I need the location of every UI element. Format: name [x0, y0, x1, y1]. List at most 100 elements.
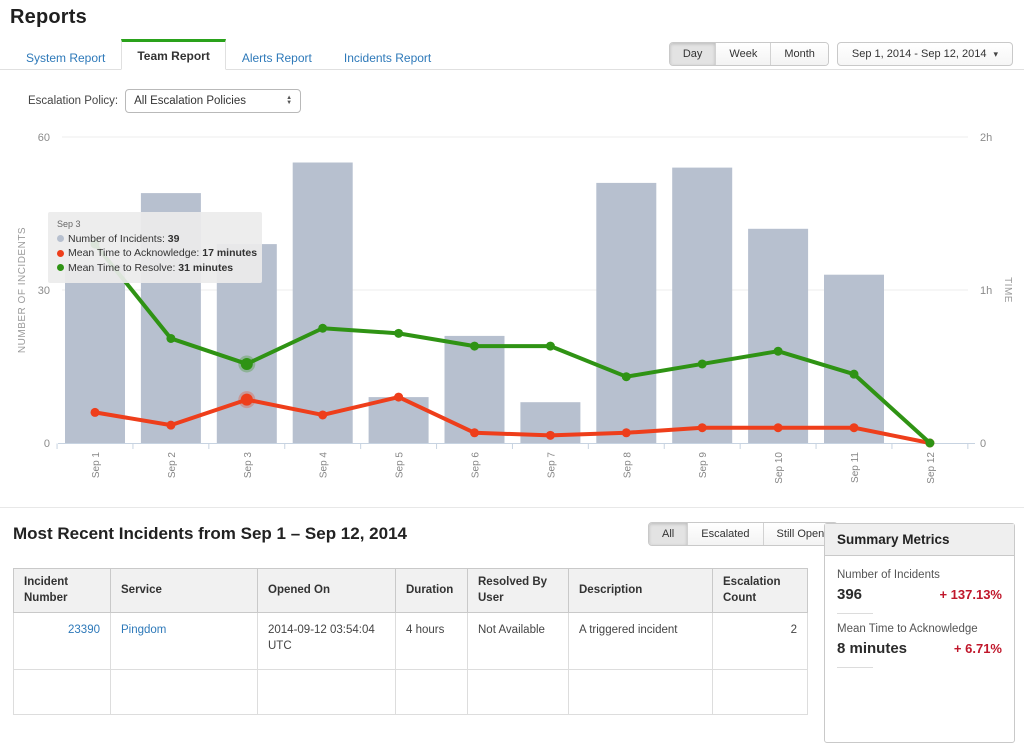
right-axis-tick-label: 1h — [980, 285, 992, 297]
mean-time-to-resolve-dot-sep-10[interactable] — [774, 347, 783, 356]
mean-time-to-acknowledge-dot-sep-9[interactable] — [698, 423, 707, 432]
filter-all-button[interactable]: All — [649, 523, 687, 545]
series-bullet-icon — [57, 264, 64, 271]
left-axis-tick-label: 0 — [44, 438, 50, 450]
range-controls: DayWeekMonth Sep 1, 2014 - Sep 12, 2014 … — [669, 42, 1013, 66]
mean-time-to-resolve-dot-sep-9[interactable] — [698, 359, 707, 368]
mean-time-to-acknowledge-dot-sep-10[interactable] — [774, 423, 783, 432]
x-axis-label-sep-4: Sep 4 — [319, 452, 330, 479]
right-axis-title: TIME — [1002, 277, 1013, 303]
service-link[interactable]: Pingdom — [121, 624, 166, 636]
tooltip-row: Mean Time to Acknowledge: 17 minutes — [57, 246, 253, 261]
right-axis-tick-label: 0 — [980, 438, 986, 450]
metric-divider — [837, 613, 873, 614]
page-title: Reports — [10, 6, 87, 29]
metric-delta: + 137.13% — [939, 587, 1002, 602]
date-range-button[interactable]: Sep 1, 2014 - Sep 12, 2014 ▾ — [837, 42, 1013, 66]
tab-alerts-report[interactable]: Alerts Report — [226, 39, 328, 69]
x-axis-label-sep-11: Sep 11 — [850, 452, 861, 483]
select-stepper-icon: ▲▼ — [286, 96, 292, 106]
mean-time-to-acknowledge-dot-sep-6[interactable] — [470, 428, 479, 437]
metric-label: Number of Incidents — [837, 569, 1002, 581]
x-axis-label-sep-1: Sep 1 — [91, 452, 102, 479]
mean-time-to-resolve-dot-sep-11[interactable] — [850, 370, 859, 379]
chart-bar-sep-6[interactable] — [445, 336, 505, 443]
incidents-heading: Most Recent Incidents from Sep 1 – Sep 1… — [13, 524, 407, 544]
escalation-policy-value: All Escalation Policies — [134, 95, 246, 107]
mean-time-to-resolve-dot-sep-12[interactable] — [925, 439, 934, 448]
mean-time-to-acknowledge-dot-sep-2[interactable] — [166, 421, 175, 430]
incidents-chart: 0 30 60 0 1h 2h NUMBER OF INCIDENTS TIME Sep 1 Se… — [0, 125, 1024, 502]
x-axis-label-sep-10: Sep 10 — [774, 452, 785, 484]
chart-bar-sep-11[interactable] — [824, 275, 884, 443]
chart-bar-sep-10[interactable] — [748, 229, 808, 443]
tooltip-row: Mean Time to Resolve: 31 minutes — [57, 261, 253, 276]
incidents-table: Incident NumberServiceOpened OnDurationR… — [13, 568, 808, 715]
right-axis-tick-label: 2h — [980, 132, 992, 144]
left-axis-tick-label: 60 — [38, 132, 50, 144]
cell-service: Pingdom — [111, 613, 258, 670]
date-range-label: Sep 1, 2014 - Sep 12, 2014 — [852, 48, 987, 60]
tab-system-report[interactable]: System Report — [10, 39, 121, 69]
mean-time-to-resolve-dot-sep-8[interactable] — [622, 372, 631, 381]
week-button[interactable]: Week — [715, 43, 770, 65]
month-button[interactable]: Month — [770, 43, 828, 65]
metric-value: 396 — [837, 586, 862, 603]
mean-time-to-acknowledge-dot-sep-7[interactable] — [546, 431, 555, 440]
cell-escalation-count: 2 — [713, 613, 808, 670]
cell-opened-on: 2014-09-12 03:54:04 UTC — [258, 613, 396, 670]
metric-value: 8 minutes — [837, 640, 907, 657]
x-axis-label-sep-7: Sep 7 — [546, 452, 557, 479]
escalation-policy-label: Escalation Policy: — [28, 95, 118, 107]
chart-canvas: 0 30 60 0 1h 2h NUMBER OF INCIDENTS TIME Sep 1 Se… — [0, 125, 1024, 502]
mean-time-to-acknowledge-dot-sep-11[interactable] — [850, 423, 859, 432]
metric-label: Mean Time to Acknowledge — [837, 623, 1002, 635]
day-button[interactable]: Day — [670, 43, 716, 65]
mean-time-to-acknowledge-dot-sep-5[interactable] — [394, 393, 403, 402]
table-row: 23390Pingdom2014-09-12 03:54:04 UTC4 hou… — [14, 613, 808, 670]
incident-link[interactable]: 23390 — [68, 624, 100, 636]
summary-metrics-title: Summary Metrics — [825, 524, 1014, 556]
x-axis-label-sep-5: Sep 5 — [395, 452, 406, 479]
escalation-policy-select[interactable]: All Escalation Policies ▲▼ — [125, 89, 301, 113]
column-service: Service — [111, 569, 258, 613]
mean-time-to-resolve-dot-sep-6[interactable] — [470, 342, 479, 351]
cell-resolved-by-user: Not Available — [468, 613, 569, 670]
escalation-policy-filter: Escalation Policy: All Escalation Polici… — [28, 89, 301, 113]
mean-time-to-acknowledge-dot-sep-3[interactable] — [241, 394, 253, 406]
left-axis-title: NUMBER OF INCIDENTS — [17, 227, 28, 353]
mean-time-to-acknowledge-dot-sep-8[interactable] — [622, 428, 631, 437]
x-axis-label-sep-8: Sep 8 — [622, 452, 633, 479]
column-description: Description — [569, 569, 713, 613]
mean-time-to-acknowledge-dot-sep-4[interactable] — [318, 410, 327, 419]
x-axis-label-sep-6: Sep 6 — [471, 452, 482, 479]
series-bullet-icon — [57, 250, 64, 257]
filter-escalated-button[interactable]: Escalated — [687, 523, 762, 545]
mean-time-to-resolve-dot-sep-7[interactable] — [546, 342, 555, 351]
chart-bar-sep-4[interactable] — [293, 163, 353, 444]
incident-filter-button-group: AllEscalatedStill Open — [648, 522, 838, 546]
cell-description: A triggered incident — [569, 613, 713, 670]
series-bullet-icon — [57, 235, 64, 242]
chart-bar-sep-9[interactable] — [672, 168, 732, 443]
metric-value-row: 396 + 137.13% — [837, 586, 1002, 603]
mean-time-to-resolve-dot-sep-3[interactable] — [241, 358, 253, 370]
tooltip-date: Sep 3 — [57, 218, 253, 231]
metric-divider — [837, 667, 873, 668]
tab-incidents-report[interactable]: Incidents Report — [328, 39, 447, 69]
chart-bar-sep-8[interactable] — [596, 183, 656, 443]
tooltip-row: Number of Incidents: 39 — [57, 232, 253, 247]
granularity-button-group: DayWeekMonth — [669, 42, 829, 66]
cell-incident-number: 23390 — [14, 613, 111, 670]
mean-time-to-resolve-dot-sep-4[interactable] — [318, 324, 327, 333]
tab-team-report[interactable]: Team Report — [121, 39, 225, 70]
mean-time-to-resolve-dot-sep-2[interactable] — [166, 334, 175, 343]
table-row-partial — [14, 670, 808, 715]
x-axis-label-sep-9: Sep 9 — [698, 452, 709, 479]
column-escalation-count: Escalation Count — [713, 569, 808, 613]
left-axis-tick-label: 30 — [38, 285, 50, 297]
x-axis-label-sep-12: Sep 12 — [926, 452, 937, 484]
mean-time-to-acknowledge-dot-sep-1[interactable] — [91, 408, 100, 417]
mean-time-to-resolve-dot-sep-5[interactable] — [394, 329, 403, 338]
column-resolved-by-user: Resolved By User — [468, 569, 569, 613]
